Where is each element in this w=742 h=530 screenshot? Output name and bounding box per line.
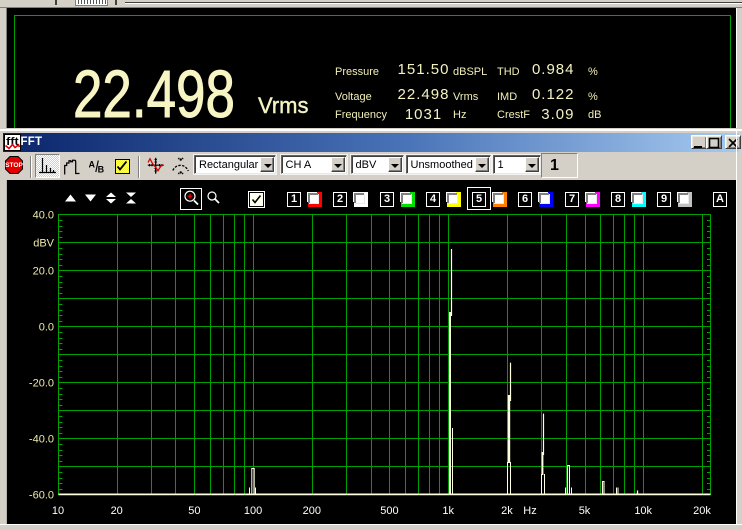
svg-text:20.0: 20.0 [33, 266, 54, 278]
svg-text:Hz: Hz [523, 505, 536, 517]
svg-text:-40.0: -40.0 [29, 434, 54, 446]
svg-text:dBV: dBV [33, 238, 54, 250]
svg-text:10: 10 [52, 505, 64, 517]
svg-text:40.0: 40.0 [33, 210, 54, 222]
svg-text:500: 500 [380, 505, 398, 517]
svg-text:-60.0: -60.0 [29, 490, 54, 502]
svg-text:5k: 5k [579, 505, 591, 517]
svg-text:20k: 20k [693, 505, 711, 517]
svg-text:2k: 2k [501, 505, 513, 517]
svg-text:10k: 10k [634, 505, 652, 517]
svg-text:-20.0: -20.0 [29, 378, 54, 390]
svg-text:0.0: 0.0 [39, 322, 54, 334]
svg-text:20: 20 [111, 505, 123, 517]
svg-text:100: 100 [244, 505, 262, 517]
svg-text:50: 50 [188, 505, 200, 517]
svg-text:200: 200 [303, 505, 321, 517]
svg-text:1k: 1k [442, 505, 454, 517]
